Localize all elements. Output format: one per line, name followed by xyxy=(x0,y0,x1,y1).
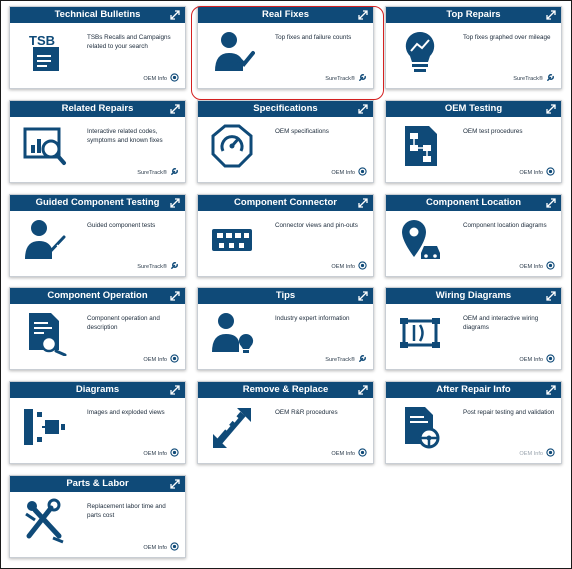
card-source: OEM Info xyxy=(519,167,555,178)
info-circle-icon[interactable] xyxy=(546,354,555,365)
card-description: Top fixes graphed over mileage xyxy=(463,34,551,41)
card-source: SureTrack® xyxy=(325,354,367,365)
info-circle-icon[interactable] xyxy=(546,167,555,178)
card-title: Wiring Diagrams xyxy=(386,288,561,304)
tools-icon xyxy=(25,498,64,544)
card-real-fixes[interactable]: Real Fixes Top fixes and failure counts Su… xyxy=(197,6,374,89)
card-description: OEM specifications xyxy=(275,128,329,135)
info-circle-icon[interactable] xyxy=(170,354,179,365)
card-title: Component Operation xyxy=(10,288,185,304)
info-circle-icon[interactable] xyxy=(546,448,555,459)
card-source: OEM Info xyxy=(519,261,555,272)
card-description: Component operation and description xyxy=(87,315,160,331)
connector-icon xyxy=(212,229,252,251)
card-title: After Repair Info xyxy=(386,382,561,398)
card-oem-testing[interactable]: OEM Testing OEM test procedures OEM Info xyxy=(385,100,562,183)
card-title: Diagrams xyxy=(10,382,185,398)
card-wiring-diagrams[interactable]: Wiring Diagrams OEM and interactive wirin… xyxy=(385,287,562,370)
suretrack-icon[interactable] xyxy=(170,261,179,272)
card-component-connector[interactable]: Component Connector Connector views and p… xyxy=(197,194,374,277)
document-gear-icon xyxy=(29,313,67,356)
chart-magnifier-icon xyxy=(23,127,66,165)
suretrack-icon[interactable] xyxy=(358,73,367,84)
card-description: OEM R&R procedures xyxy=(275,409,338,416)
card-technical-bulletins[interactable]: Technical Bulletins TSB TSBs Recalls and C… xyxy=(9,6,186,89)
card-source: OEM Info xyxy=(143,448,179,459)
card-description: Connector views and pin-outs xyxy=(275,222,358,229)
remove-replace-arrows-icon xyxy=(213,408,251,448)
card-title: Related Repairs xyxy=(10,101,185,117)
suretrack-icon[interactable] xyxy=(170,167,179,178)
card-title: Specifications xyxy=(198,101,373,117)
svg-text:TSB: TSB xyxy=(29,33,55,48)
person-lightbulb-icon xyxy=(212,313,254,353)
card-related-repairs[interactable]: Related Repairs Interactive related codes… xyxy=(9,100,186,183)
card-title: OEM Testing xyxy=(386,101,561,117)
map-pin-car-icon xyxy=(402,220,440,259)
card-title: Technical Bulletins xyxy=(10,7,185,23)
card-description: Images and exploded views xyxy=(87,409,165,416)
info-circle-icon[interactable] xyxy=(358,167,367,178)
card-title: Component Location xyxy=(386,195,561,211)
card-title: Tips xyxy=(198,288,373,304)
card-source: OEM Info xyxy=(143,354,179,365)
card-component-location[interactable]: Component Location Component location dia… xyxy=(385,194,562,277)
card-title: Real Fixes xyxy=(198,7,373,23)
card-description: Top fixes and failure counts xyxy=(275,34,352,41)
card-description: Guided component tests xyxy=(87,222,156,229)
card-source: OEM Info xyxy=(519,354,555,365)
card-source: SureTrack® xyxy=(137,167,179,178)
info-circle-icon[interactable] xyxy=(170,448,179,459)
wiring-icon xyxy=(400,318,440,348)
card-diagrams[interactable]: Diagrams Images and exploded views OEM Inf… xyxy=(9,381,186,464)
info-circle-icon[interactable] xyxy=(170,73,179,84)
card-source: OEM Info xyxy=(331,448,367,459)
card-description: Component location diagrams xyxy=(463,222,547,229)
tsb-document-icon: TSB xyxy=(25,31,59,71)
info-circle-icon[interactable] xyxy=(358,448,367,459)
card-source: SureTrack® xyxy=(325,73,367,84)
suretrack-icon[interactable] xyxy=(546,73,555,84)
card-tips[interactable]: Tips Industry expert information SureTrack… xyxy=(197,287,374,370)
card-source: OEM Info xyxy=(143,73,179,84)
card-title: Top Repairs xyxy=(386,7,561,23)
lightbulb-graph-icon xyxy=(405,31,435,72)
flowchart-document-icon xyxy=(405,126,437,166)
card-title: Remove & Replace xyxy=(198,382,373,398)
gauge-octagon-icon xyxy=(211,124,253,168)
card-specifications[interactable]: Specifications OEM specifications OEM Info xyxy=(197,100,374,183)
card-source: OEM Info xyxy=(331,261,367,272)
technician-probe-icon xyxy=(25,220,66,259)
card-description: Replacement labor time and parts cost xyxy=(87,503,166,519)
info-circle-icon[interactable] xyxy=(546,261,555,272)
card-description: Industry expert information xyxy=(275,315,350,322)
card-source: OEM Info xyxy=(519,448,555,459)
card-description: Interactive related codes, symptoms and … xyxy=(87,128,163,144)
card-title: Guided Component Testing xyxy=(10,195,185,211)
card-component-operation[interactable]: Component Operation Component operation a… xyxy=(9,287,186,370)
card-parts-and-labor[interactable]: Parts & Labor Replacement labor time and … xyxy=(9,475,186,558)
card-description: OEM and interactive wiring diagrams xyxy=(463,315,539,331)
card-after-repair-info[interactable]: After Repair Info Post repair testing and… xyxy=(385,381,562,464)
document-steering-wheel-icon xyxy=(405,407,440,449)
card-source: OEM Info xyxy=(331,167,367,178)
card-description: Post repair testing and validation xyxy=(463,409,555,416)
exploded-view-icon xyxy=(24,409,65,445)
info-circle-icon[interactable] xyxy=(170,542,179,553)
card-title: Component Connector xyxy=(198,195,373,211)
card-source: OEM Info xyxy=(143,542,179,553)
card-description: TSBs Recalls and Campaigns related to yo… xyxy=(87,34,171,50)
card-top-repairs[interactable]: Top Repairs Top fixes graphed over mileag… xyxy=(385,6,562,89)
technician-wrench-icon xyxy=(215,32,255,71)
card-title: Parts & Labor xyxy=(10,476,185,492)
info-circle-icon[interactable] xyxy=(358,261,367,272)
suretrack-icon[interactable] xyxy=(358,354,367,365)
card-description: OEM test procedures xyxy=(463,128,523,135)
card-guided-component-testing[interactable]: Guided Component Testing Guided component… xyxy=(9,194,186,277)
card-source: SureTrack® xyxy=(137,261,179,272)
card-remove-and-replace[interactable]: Remove & Replace OEM R&R procedures OEM In… xyxy=(197,381,374,464)
card-source: SureTrack® xyxy=(513,73,555,84)
